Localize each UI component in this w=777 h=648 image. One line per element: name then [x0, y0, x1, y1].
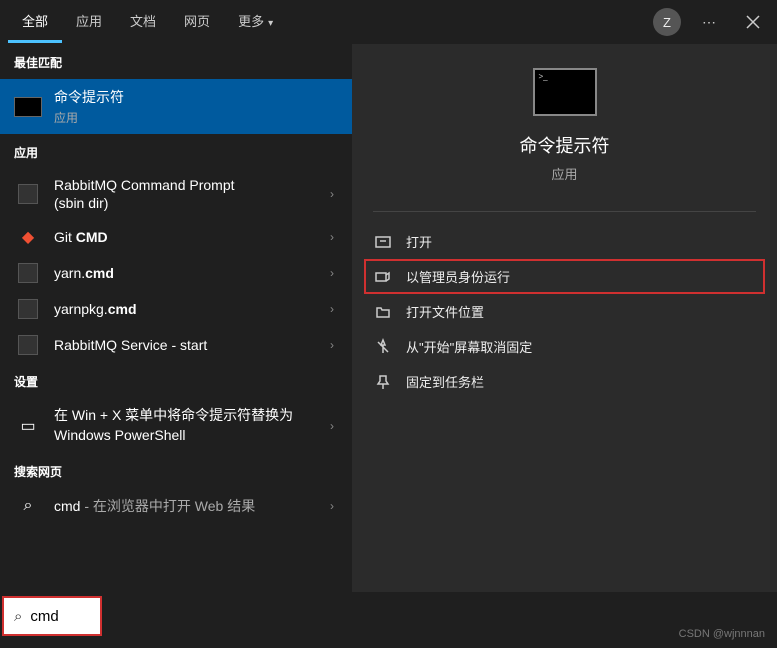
section-settings: 设置 [0, 363, 352, 398]
result-title: 在 Win + X 菜单中将命令提示符替换为 Windows PowerShel… [54, 406, 314, 445]
tab-all[interactable]: 全部 [8, 1, 62, 43]
result-app-yarnpkg-cmd[interactable]: yarnpkg.cmd › [0, 291, 352, 327]
result-title: yarn.cmd [54, 265, 314, 281]
result-app-yarn-cmd[interactable]: yarn.cmd › [0, 255, 352, 291]
user-avatar[interactable]: Z [653, 8, 681, 36]
result-best-match[interactable]: 命令提示符 应用 [0, 79, 352, 134]
display-icon: ▭ [20, 416, 35, 436]
close-icon[interactable] [737, 6, 769, 38]
result-subtitle: 应用 [54, 109, 338, 126]
action-label: 从"开始"屏幕取消固定 [406, 337, 532, 356]
section-apps: 应用 [0, 134, 352, 169]
tab-more[interactable]: 更多▾ [224, 1, 287, 43]
preview-app-icon [533, 68, 597, 116]
search-icon: ⌕ [14, 608, 22, 625]
pin-icon [374, 373, 392, 391]
open-icon [374, 233, 392, 251]
chevron-right-icon[interactable]: › [326, 302, 338, 316]
search-input[interactable] [30, 608, 90, 625]
chevron-right-icon[interactable]: › [326, 499, 338, 513]
action-run-as-admin[interactable]: 以管理员身份运行 [364, 259, 765, 294]
result-title-line2: (sbin dir) [54, 195, 314, 211]
action-unpin-start[interactable]: 从"开始"屏幕取消固定 [364, 329, 765, 364]
action-pin-taskbar[interactable]: 固定到任务栏 [364, 364, 765, 399]
result-title: cmd - 在浏览器中打开 Web 结果 [54, 496, 314, 516]
top-bar: 全部 应用 文档 网页 更多▾ Z ⋯ [0, 0, 777, 44]
result-web-search[interactable]: ⌕ cmd - 在浏览器中打开 Web 结果 › [0, 488, 352, 524]
cmd-app-icon [14, 97, 42, 117]
action-label: 以管理员身份运行 [406, 267, 510, 286]
chevron-down-icon: ▾ [268, 18, 273, 29]
console-icon [18, 184, 38, 204]
chevron-right-icon[interactable]: › [326, 187, 338, 201]
action-open[interactable]: 打开 [364, 224, 765, 259]
result-app-rabbitmq-start[interactable]: RabbitMQ Service - start › [0, 327, 352, 363]
chevron-right-icon[interactable]: › [326, 266, 338, 280]
result-title: Git CMD [54, 229, 314, 245]
preview-subtitle: 应用 [551, 164, 577, 183]
action-open-file-location[interactable]: 打开文件位置 [364, 294, 765, 329]
unpin-icon [374, 338, 392, 356]
folder-icon [374, 303, 392, 321]
result-setting-winx[interactable]: ▭ 在 Win + X 菜单中将命令提示符替换为 Windows PowerSh… [0, 398, 352, 453]
result-title: RabbitMQ Service - start [54, 337, 314, 353]
tab-apps[interactable]: 应用 [62, 1, 116, 43]
result-app-git-cmd[interactable]: ◆ Git CMD › [0, 219, 352, 255]
result-title: RabbitMQ Command Prompt [54, 177, 314, 193]
search-icon: ⌕ [24, 497, 33, 515]
watermark: CSDN @wjnnnan [679, 628, 765, 640]
action-label: 打开 [406, 232, 432, 251]
results-panel: 最佳匹配 命令提示符 应用 应用 RabbitMQ Command Prompt… [0, 44, 352, 592]
more-options-icon[interactable]: ⋯ [693, 6, 725, 38]
divider [373, 211, 756, 212]
result-title: yarnpkg.cmd [54, 301, 314, 317]
action-label: 固定到任务栏 [406, 372, 484, 391]
script-icon [18, 299, 38, 319]
chevron-right-icon[interactable]: › [326, 338, 338, 352]
tab-documents[interactable]: 文档 [116, 1, 170, 43]
script-icon [18, 263, 38, 283]
filter-tabs: 全部 应用 文档 网页 更多▾ [8, 1, 287, 43]
admin-shield-icon [374, 268, 392, 286]
result-app-rabbitmq-prompt[interactable]: RabbitMQ Command Prompt (sbin dir) › [0, 169, 352, 219]
preview-panel: 命令提示符 应用 打开 以管理员身份运行 打开文件位置 从"开始"屏幕取消固定 [352, 44, 777, 592]
chevron-right-icon[interactable]: › [326, 230, 338, 244]
git-icon: ◆ [22, 227, 34, 247]
section-best-match: 最佳匹配 [0, 44, 352, 79]
chevron-right-icon[interactable]: › [326, 419, 338, 433]
service-icon [18, 335, 38, 355]
preview-title: 命令提示符 [520, 132, 610, 158]
search-box[interactable]: ⌕ [2, 596, 102, 636]
tab-web[interactable]: 网页 [170, 1, 224, 43]
action-label: 打开文件位置 [406, 302, 484, 321]
section-web: 搜索网页 [0, 453, 352, 488]
result-title: 命令提示符 [54, 87, 338, 107]
